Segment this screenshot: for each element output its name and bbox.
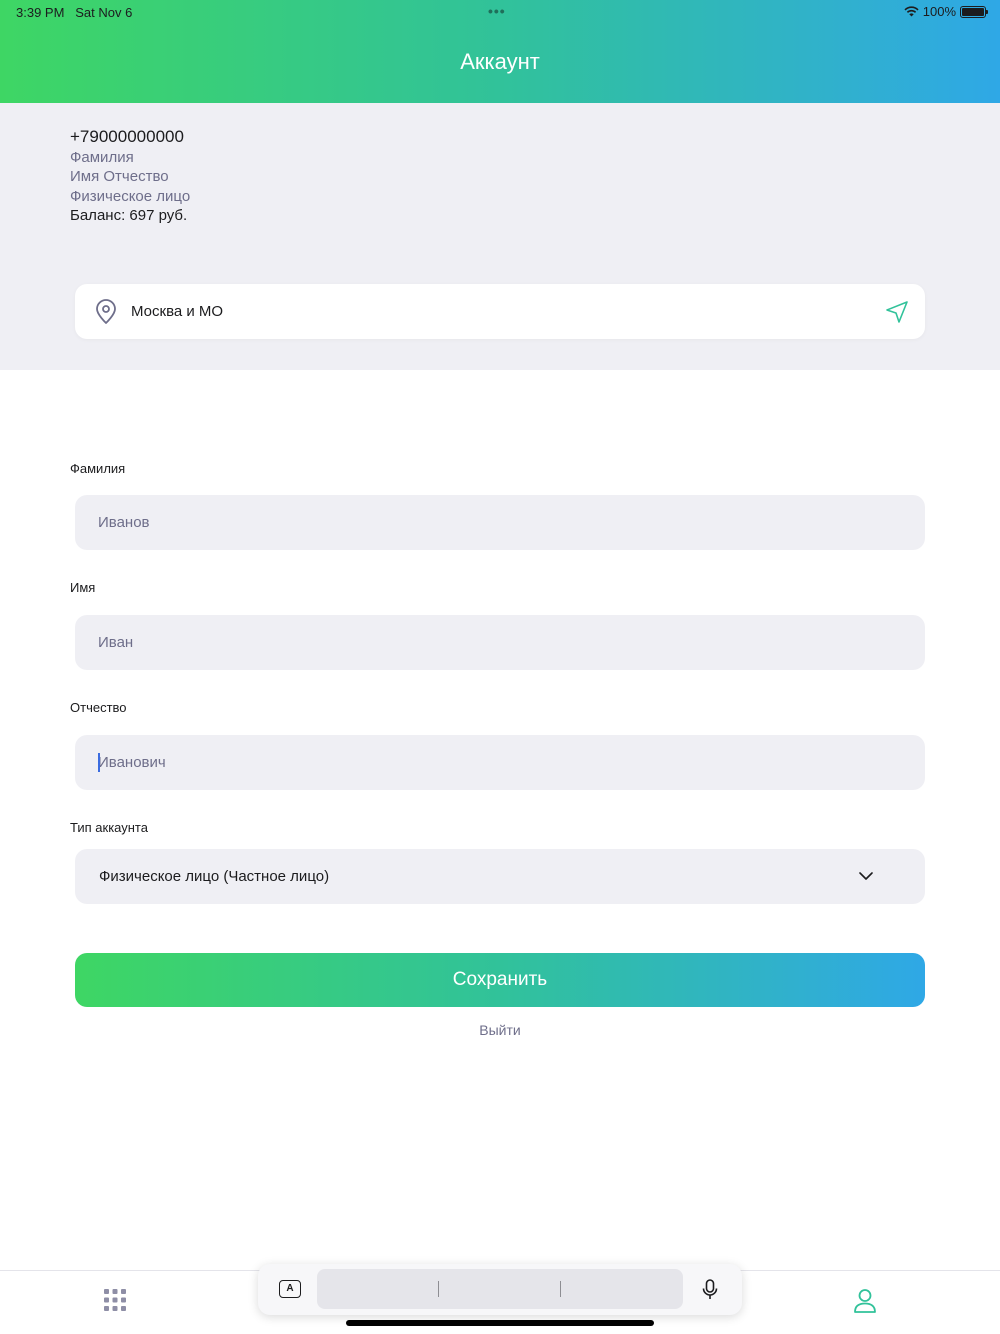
region-label: Москва и МО (131, 303, 224, 320)
surname-input[interactable] (75, 495, 925, 550)
suggestion-divider (560, 1281, 561, 1297)
region-selector[interactable]: Москва и МО (75, 284, 925, 339)
text-cursor (98, 753, 100, 772)
keyboard-format-icon[interactable]: A (279, 1280, 301, 1298)
profile-account-type: Физическое лицо (70, 188, 191, 205)
name-input[interactable] (75, 615, 925, 670)
profile-surname: Фамилия (70, 149, 134, 166)
patronymic-field[interactable] (75, 735, 925, 790)
microphone-icon[interactable] (702, 1279, 718, 1301)
grid-icon[interactable] (104, 1289, 126, 1311)
location-pin-icon (96, 299, 116, 324)
wifi-icon (904, 6, 919, 17)
chevron-down-icon (859, 872, 873, 880)
name-label: Имя (70, 580, 96, 595)
surname-field[interactable] (75, 495, 925, 550)
patronymic-label: Отчество (70, 700, 127, 715)
save-button[interactable]: Сохранить (75, 953, 925, 1007)
account-type-label: Тип аккаунта (70, 820, 148, 835)
battery-percent: 100% (922, 4, 956, 19)
home-indicator[interactable] (346, 1320, 654, 1326)
account-type-select[interactable]: Физическое лицо (Частное лицо) (75, 849, 925, 904)
battery-icon (960, 5, 988, 18)
name-field[interactable] (75, 615, 925, 670)
profile-phone: +79000000000 (70, 127, 184, 146)
logout-link[interactable]: Выйти (0, 1022, 1000, 1038)
surname-label: Фамилия (70, 461, 126, 476)
keyboard-assistant-bar: A (258, 1264, 742, 1315)
header: 3:39 PM Sat Nov 6 ••• 100% Аккаунт (0, 0, 1000, 103)
profile-balance: Баланс: 697 руб. (70, 207, 188, 224)
navigation-arrow-icon[interactable] (885, 300, 909, 324)
status-indicators: 100% (904, 4, 988, 19)
page-title: Аккаунт (460, 49, 540, 74)
status-time: 3:39 PM Sat Nov 6 (16, 5, 133, 20)
keyboard-suggestions[interactable] (317, 1269, 683, 1309)
multitasking-dots-icon[interactable]: ••• (488, 3, 506, 19)
suggestion-divider (438, 1281, 439, 1297)
profile-panel: +79000000000 Фамилия Имя Отчество Физиче… (0, 103, 1000, 370)
patronymic-input[interactable] (75, 735, 925, 790)
profile-name-patronymic: Имя Отчество (70, 168, 169, 185)
account-type-value: Физическое лицо (Частное лицо) (99, 868, 330, 885)
user-icon[interactable] (853, 1288, 877, 1314)
